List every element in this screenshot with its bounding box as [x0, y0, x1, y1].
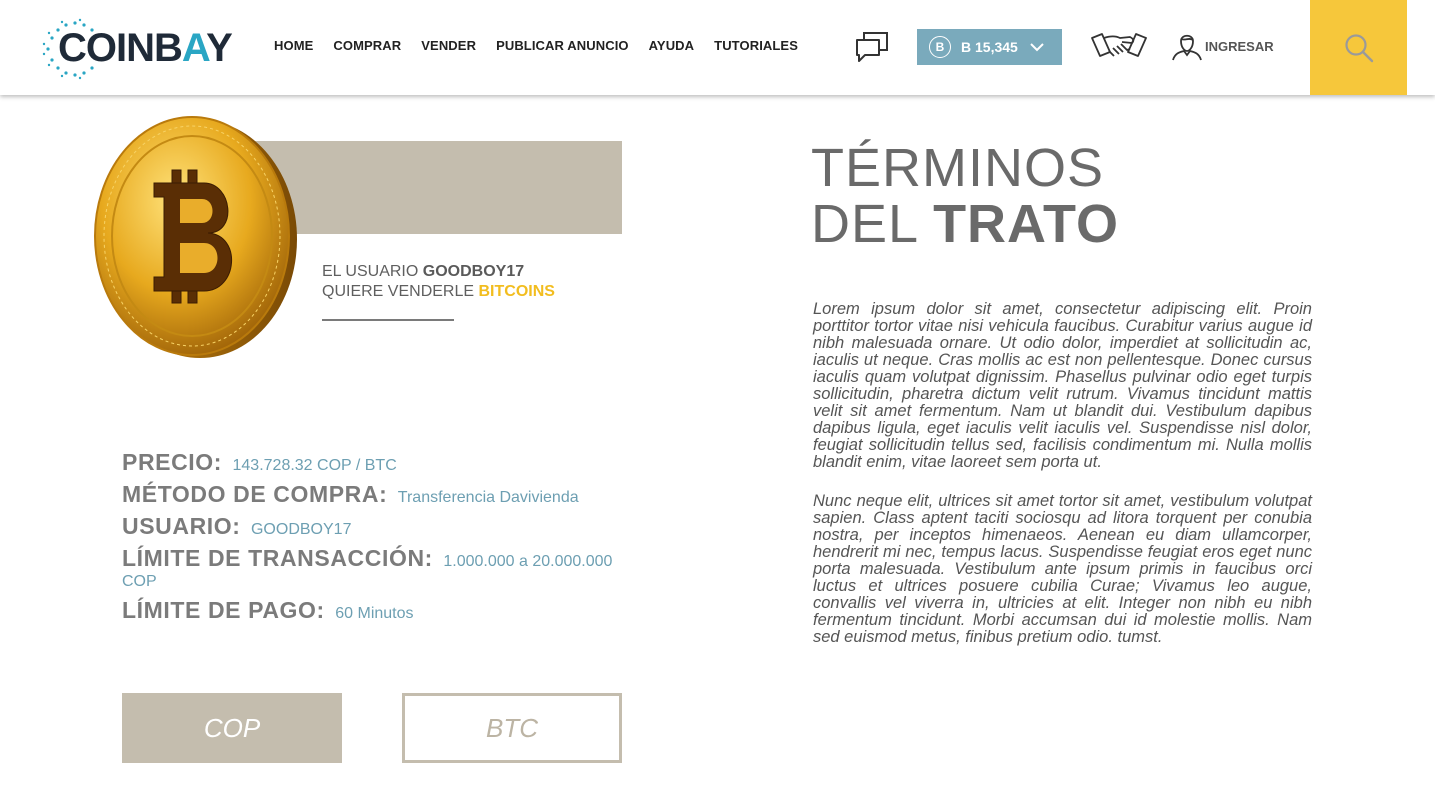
handshake-icon[interactable] — [1090, 30, 1148, 62]
detail-limite-pago: LÍMITE DE PAGO: 60 Minutos — [122, 597, 622, 624]
terms-title-line1: TÉRMINOS — [811, 138, 1105, 198]
terms-title-bold: TRATO — [933, 194, 1120, 254]
logo-text-accent: A — [181, 26, 207, 70]
login-link[interactable]: INGRESAR — [1171, 31, 1274, 61]
offer-details: PRECIO: 143.728.32 COP / BTC MÉTODO DE C… — [122, 449, 622, 632]
detail-label: LÍMITE DE PAGO: — [122, 597, 325, 623]
login-label: INGRESAR — [1205, 38, 1274, 54]
logo-text-main: OINB — [85, 26, 183, 70]
top-header: COINBAY HOME COMPRAR VENDER PUBLICAR ANU… — [0, 0, 1435, 95]
detail-label: MÉTODO DE COMPRA: — [122, 481, 388, 507]
logo-text-end: Y — [206, 26, 233, 70]
detail-metodo: MÉTODO DE COMPRA: Transferencia Davivien… — [122, 481, 622, 508]
search-button[interactable] — [1310, 0, 1407, 95]
offer-banner-bar — [250, 141, 622, 234]
nav-publicar-anuncio[interactable]: PUBLICAR ANUNCIO — [496, 38, 629, 53]
detail-precio: PRECIO: 143.728.32 COP / BTC — [122, 449, 622, 476]
nav-home[interactable]: HOME — [274, 38, 313, 53]
offer-headline: EL USUARIO GOODBOY17 QUIERE VENDERLE BIT… — [322, 262, 555, 302]
currency-btc-button[interactable]: BTC — [402, 693, 622, 763]
terms-title: TÉRMINOS DEL TRATO — [811, 140, 1119, 252]
bitcoin-coin-image — [94, 116, 297, 358]
search-icon — [1344, 33, 1373, 62]
bitcoin-coin-icon: B — [929, 36, 951, 58]
offer-divider — [322, 319, 454, 321]
detail-label: USUARIO: — [122, 513, 241, 539]
offer-asset: BITCOINS — [478, 283, 555, 300]
balance-amount: B 15,345 — [961, 39, 1018, 55]
offer-username: GOODBOY17 — [422, 263, 525, 280]
terms-title-light: DEL — [811, 194, 918, 254]
user-icon — [1172, 34, 1202, 61]
chat-icon[interactable] — [855, 31, 889, 63]
offer-line2-prefix: QUIERE VENDERLE — [322, 283, 475, 300]
nav-tutoriales[interactable]: TUTORIALES — [714, 38, 798, 53]
detail-limite-transaccion: LÍMITE DE TRANSACCIÓN: 1.000.000 a 20.00… — [122, 545, 622, 592]
detail-value: GOODBOY17 — [250, 521, 352, 538]
detail-usuario: USUARIO: GOODBOY17 — [122, 513, 622, 540]
terms-paragraph: Lorem ipsum dolor sit amet, consectetur … — [813, 300, 1312, 471]
detail-value: 60 Minutos — [335, 605, 414, 622]
nav-vender[interactable]: VENDER — [421, 38, 476, 53]
chevron-down-icon — [1030, 43, 1044, 52]
detail-label: PRECIO: — [122, 449, 223, 475]
detail-value: Transferencia Davivienda — [397, 489, 579, 506]
offer-line1-prefix: EL USUARIO — [322, 263, 419, 280]
logo-text-c: C — [58, 26, 87, 70]
currency-cop-button[interactable]: COP — [122, 693, 342, 763]
nav-comprar[interactable]: COMPRAR — [333, 38, 401, 53]
terms-paragraph: Nunc neque elit, ultrices sit amet torto… — [813, 492, 1312, 646]
detail-label: LÍMITE DE TRANSACCIÓN: — [122, 545, 433, 571]
balance-dropdown[interactable]: B B 15,345 — [917, 29, 1062, 65]
detail-value: 143.728.32 COP / BTC — [232, 457, 397, 474]
main-nav: HOME COMPRAR VENDER PUBLICAR ANUNCIO AYU… — [274, 38, 798, 53]
coinbay-logo[interactable]: COINBAY — [36, 16, 246, 82]
nav-ayuda[interactable]: AYUDA — [649, 38, 695, 53]
terms-body: Lorem ipsum dolor sit amet, consectetur … — [813, 301, 1312, 668]
